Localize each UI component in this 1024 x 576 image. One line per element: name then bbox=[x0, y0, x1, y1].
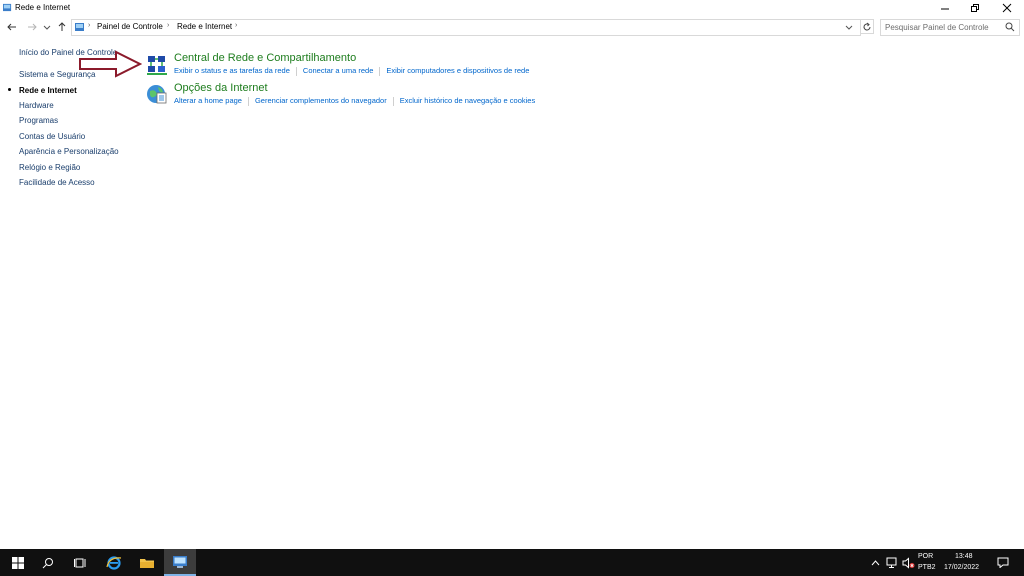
internet-options-icon[interactable] bbox=[146, 83, 168, 105]
task-view-button[interactable] bbox=[64, 549, 96, 576]
task-view-icon bbox=[74, 558, 86, 567]
section-links: Exibir o status e as tarefas da rede Cone… bbox=[174, 66, 529, 76]
restore-icon bbox=[971, 3, 979, 12]
taskbar: POR PTB2 13:48 17/02/2022 bbox=[0, 549, 1024, 576]
clock-time: 13:48 bbox=[955, 553, 973, 560]
link-change-home-page[interactable]: Alterar a home page bbox=[174, 96, 242, 105]
language-indicator[interactable]: POR PTB2 bbox=[916, 549, 940, 576]
search-icon[interactable] bbox=[1005, 22, 1015, 32]
file-explorer-button[interactable] bbox=[131, 549, 163, 576]
breadcrumb-separator-icon[interactable]: › bbox=[235, 22, 237, 29]
control-panel-icon bbox=[3, 3, 12, 12]
window-title: Rede e Internet bbox=[15, 3, 71, 12]
link-divider bbox=[295, 66, 297, 76]
link-connect-network[interactable]: Conectar a uma rede bbox=[303, 66, 373, 75]
link-delete-history[interactable]: Excluir histórico de navegação e cookies bbox=[400, 96, 536, 105]
language-code: POR bbox=[918, 553, 934, 560]
clock-date: 17/02/2022 bbox=[944, 564, 980, 571]
control-panel-taskbar-button[interactable] bbox=[164, 549, 196, 576]
sidebar-item-appearance[interactable]: Aparência e Personalização bbox=[19, 147, 119, 156]
breadcrumb-network-internet[interactable]: Rede e Internet bbox=[177, 22, 232, 31]
restore-button[interactable] bbox=[960, 0, 990, 15]
notification-icon bbox=[997, 557, 1009, 568]
refresh-button[interactable] bbox=[860, 19, 874, 34]
close-button[interactable] bbox=[992, 0, 1022, 15]
annotation-arrow-icon bbox=[79, 50, 142, 78]
windows-logo-icon bbox=[12, 556, 24, 569]
breadcrumb-separator-icon[interactable]: › bbox=[167, 22, 169, 29]
title-bar: Rede e Internet bbox=[0, 0, 1024, 15]
back-button[interactable] bbox=[6, 21, 18, 33]
network-icon bbox=[886, 557, 897, 568]
sidebar-item-ease-of-access[interactable]: Facilidade de Acesso bbox=[19, 178, 95, 187]
action-center-button[interactable] bbox=[992, 549, 1014, 576]
folder-icon bbox=[140, 558, 154, 568]
start-button[interactable] bbox=[2, 549, 34, 576]
link-view-network-devices[interactable]: Exibir computadores e dispositivos de re… bbox=[386, 66, 529, 75]
breadcrumb-control-panel[interactable]: Painel de Controle bbox=[97, 22, 163, 31]
sidebar-item-network-internet[interactable]: Rede e Internet bbox=[19, 86, 77, 95]
chevron-up-icon bbox=[871, 559, 879, 565]
control-panel-icon bbox=[75, 23, 84, 31]
link-manage-addons[interactable]: Gerenciar complementos do navegador bbox=[255, 96, 387, 105]
recent-locations-button[interactable] bbox=[41, 21, 53, 33]
search-input[interactable] bbox=[885, 21, 995, 33]
breadcrumb-separator-icon[interactable]: › bbox=[88, 22, 90, 29]
search-button[interactable] bbox=[32, 549, 64, 576]
up-arrow-icon bbox=[58, 22, 66, 31]
internet-explorer-button[interactable] bbox=[98, 549, 130, 576]
forward-button[interactable] bbox=[26, 21, 38, 33]
minimize-icon bbox=[941, 8, 949, 9]
volume-muted-icon bbox=[902, 556, 914, 569]
forward-arrow-icon bbox=[28, 23, 37, 31]
close-icon bbox=[1002, 3, 1012, 12]
link-divider bbox=[379, 66, 381, 76]
address-bar[interactable]: › Painel de Controle › Rede e Internet › bbox=[71, 19, 861, 36]
section-heading[interactable]: Central de Rede e Compartilhamento bbox=[174, 52, 356, 64]
current-item-bullet bbox=[8, 88, 11, 91]
up-button[interactable] bbox=[56, 21, 68, 33]
internet-explorer-icon bbox=[106, 555, 122, 570]
search-icon bbox=[42, 557, 53, 568]
section-heading[interactable]: Opções da Internet bbox=[174, 82, 268, 94]
control-panel-icon bbox=[173, 555, 187, 568]
link-divider bbox=[247, 96, 249, 106]
back-arrow-icon bbox=[7, 23, 16, 31]
chevron-down-icon bbox=[43, 25, 51, 30]
section-links: Alterar a home page Gerenciar complemento… bbox=[174, 96, 535, 106]
sidebar-item-clock-region[interactable]: Relógio e Região bbox=[19, 163, 80, 172]
link-view-network-status[interactable]: Exibir o status e as tarefas da rede bbox=[174, 66, 290, 75]
refresh-icon bbox=[863, 22, 871, 30]
keyboard-layout: PTB2 bbox=[918, 564, 936, 571]
search-box[interactable] bbox=[880, 19, 1020, 36]
sidebar-item-hardware[interactable]: Hardware bbox=[19, 101, 54, 110]
sidebar-item-user-accounts[interactable]: Contas de Usuário bbox=[19, 132, 85, 141]
sidebar-item-programs[interactable]: Programas bbox=[19, 116, 58, 125]
network-center-icon[interactable] bbox=[146, 54, 168, 76]
link-divider bbox=[392, 96, 394, 106]
show-hidden-icons-button[interactable] bbox=[866, 549, 884, 576]
volume-button[interactable] bbox=[899, 549, 917, 576]
clock[interactable]: 13:48 17/02/2022 bbox=[942, 549, 988, 576]
minimize-button[interactable] bbox=[930, 0, 960, 15]
chevron-down-icon[interactable] bbox=[845, 23, 857, 35]
